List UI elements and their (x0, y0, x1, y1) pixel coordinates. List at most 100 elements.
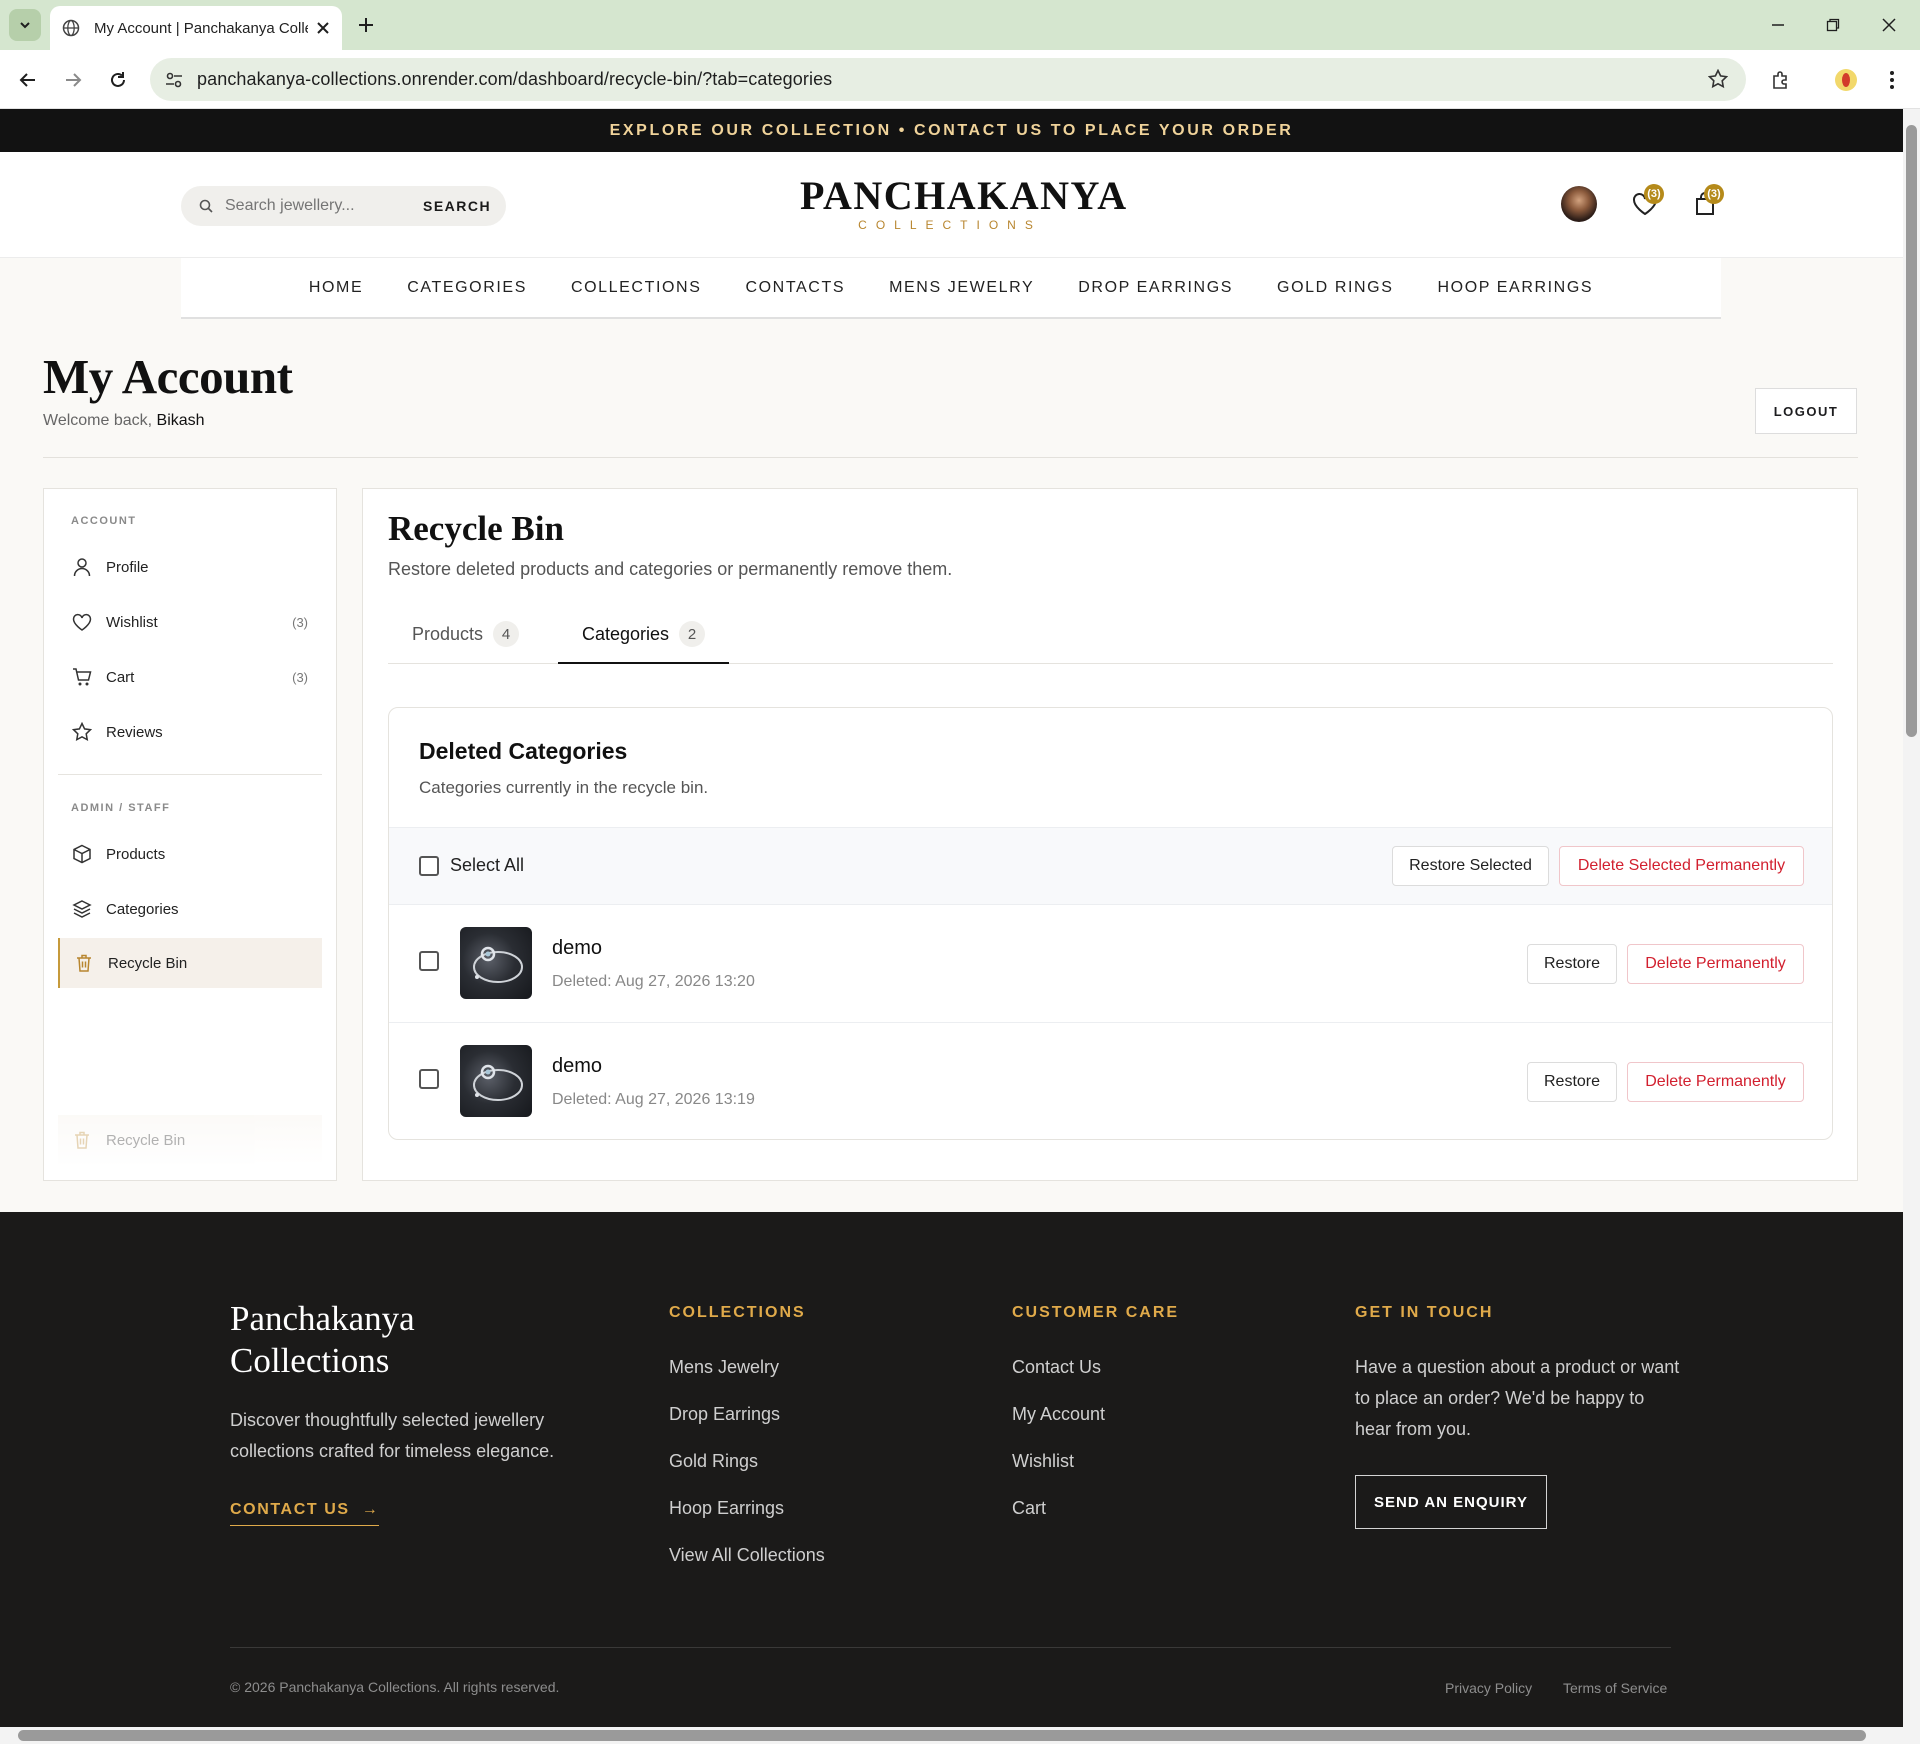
select-all-checkbox[interactable] (419, 856, 439, 876)
back-button[interactable] (14, 66, 42, 94)
logo-sub-text: COLLECTIONS (858, 218, 1042, 232)
star-icon (72, 722, 92, 741)
nav-categories[interactable]: CATEGORIES (385, 279, 549, 297)
more-vertical-icon (1890, 71, 1894, 89)
minimize-button[interactable] (1765, 12, 1791, 38)
site-header: SEARCH PANCHAKANYA COLLECTIONS (3) (3) (0, 152, 1903, 258)
logo-main-text: PANCHAKANYA (800, 173, 1128, 218)
footer-link-gold-rings[interactable]: Gold Rings (669, 1451, 758, 1472)
nav-collections[interactable]: COLLECTIONS (549, 279, 724, 297)
address-bar[interactable]: panchakanya-collections.onrender.com/das… (150, 58, 1746, 101)
footer-link-view-all[interactable]: View All Collections (669, 1545, 825, 1566)
close-icon[interactable] (316, 21, 330, 35)
card-title: Deleted Categories (419, 738, 628, 764)
cart-icon (73, 668, 92, 686)
footer-link-hoop-earrings[interactable]: Hoop Earrings (669, 1498, 784, 1519)
delete-permanently-button[interactable]: Delete Permanently (1627, 1062, 1804, 1102)
delete-selected-button[interactable]: Delete Selected Permanently (1559, 846, 1804, 886)
footer-brand-line2: Collections (230, 1341, 390, 1380)
arrow-right-icon (66, 73, 82, 87)
footer-link-wishlist[interactable]: Wishlist (1012, 1451, 1074, 1472)
tab-search-button[interactable] (9, 9, 41, 41)
footer-heading-customer-care: CUSTOMER CARE (1012, 1304, 1180, 1321)
privacy-policy-link[interactable]: Privacy Policy (1445, 1680, 1532, 1696)
sidebar-item-profile[interactable]: Profile (58, 542, 322, 592)
search-button[interactable]: SEARCH (423, 198, 491, 214)
sidebar-item-label: Cart (106, 668, 135, 686)
close-window-button[interactable] (1876, 12, 1902, 38)
nav-hoop-earrings[interactable]: HOOP EARRINGS (1416, 279, 1616, 297)
footer-heading-collections: COLLECTIONS (669, 1304, 806, 1321)
browser-menu-button[interactable] (1878, 66, 1906, 94)
reload-button[interactable] (104, 66, 132, 94)
sidebar-item-label: Recycle Bin (106, 1131, 186, 1149)
footer-heading-get-in-touch: GET IN TOUCH (1355, 1304, 1494, 1321)
bookmark-star-icon[interactable] (1708, 69, 1728, 89)
footer-link-my-account[interactable]: My Account (1012, 1404, 1105, 1425)
sidebar-item-products[interactable]: Products (58, 829, 322, 879)
restore-selected-button[interactable]: Restore Selected (1392, 846, 1549, 886)
terms-of-service-link[interactable]: Terms of Service (1563, 1680, 1667, 1696)
footer-contact-link[interactable]: CONTACT US → (230, 1501, 380, 1526)
row-checkbox[interactable] (419, 1069, 439, 1089)
sidebar-item-categories[interactable]: Categories (58, 884, 322, 934)
user-avatar[interactable] (1561, 186, 1597, 222)
restore-button[interactable]: Restore (1527, 1062, 1617, 1102)
vertical-scrollbar-thumb[interactable] (1906, 125, 1917, 737)
recycle-tabs: Products 4 Categories 2 (388, 621, 1833, 664)
search-input[interactable] (225, 197, 415, 215)
sidebar-item-recycle-bin[interactable]: Recycle Bin (58, 938, 322, 988)
nav-drop-earrings[interactable]: DROP EARRINGS (1056, 279, 1255, 297)
restore-window-button[interactable] (1820, 12, 1846, 38)
box-icon (73, 844, 91, 864)
horizontal-scrollbar-thumb[interactable] (18, 1730, 1866, 1741)
sidebar-item-label: Reviews (106, 723, 163, 741)
forward-button[interactable] (59, 66, 87, 94)
sidebar-item-cart[interactable]: Cart (3) (58, 652, 322, 702)
chevron-down-icon (20, 22, 30, 29)
send-enquiry-button[interactable]: SEND AN ENQUIRY (1355, 1475, 1547, 1529)
category-name: demo (552, 937, 603, 959)
sidebar-item-recycle-bin-ghost: Recycle Bin (58, 1115, 322, 1165)
delete-permanently-button[interactable]: Delete Permanently (1627, 944, 1804, 984)
tab-count-badge: 4 (493, 621, 520, 647)
copyright-text: © 2026 Panchakanya Collections. All righ… (230, 1679, 560, 1695)
sidebar-item-label: Profile (106, 558, 149, 576)
footer-link-drop-earrings[interactable]: Drop Earrings (669, 1404, 780, 1425)
footer-divider (230, 1647, 1671, 1648)
restore-button[interactable]: Restore (1527, 944, 1617, 984)
deleted-date: Deleted: Aug 27, 2026 13:19 (552, 1091, 755, 1108)
arrow-left-icon (19, 73, 35, 87)
nav-contacts[interactable]: CONTACTS (723, 279, 867, 297)
sidebar-item-reviews[interactable]: Reviews (58, 707, 322, 757)
bracelet-image (473, 1064, 523, 1101)
nav-home[interactable]: HOME (287, 279, 385, 297)
footer-link-mens-jewelry[interactable]: Mens Jewelry (669, 1357, 779, 1378)
sidebar-item-label: Categories (106, 900, 179, 918)
layers-icon (72, 900, 92, 918)
extensions-button[interactable] (1767, 66, 1795, 94)
search-icon (199, 199, 213, 213)
recycle-bin-panel: Recycle Bin Restore deleted products and… (362, 488, 1858, 1181)
user-icon (73, 558, 91, 577)
sidebar-item-wishlist[interactable]: Wishlist (3) (58, 597, 322, 647)
main-nav: HOME CATEGORIES COLLECTIONS CONTACTS MEN… (181, 258, 1721, 319)
logout-button[interactable]: LOGOUT (1755, 388, 1857, 434)
wishlist-count-badge: (3) (1644, 184, 1664, 204)
new-tab-button[interactable] (353, 12, 379, 38)
tab-categories[interactable]: Categories 2 (558, 621, 730, 664)
footer-description: Discover thoughtfully selected jewellery… (230, 1410, 555, 1461)
deleted-categories-card: Deleted Categories Categories currently … (388, 707, 1833, 1140)
row-checkbox[interactable] (419, 951, 439, 971)
site-settings-icon[interactable] (164, 70, 184, 90)
nav-gold-rings[interactable]: GOLD RINGS (1255, 279, 1415, 297)
select-all-label[interactable]: Select All (450, 855, 524, 876)
profile-button[interactable] (1832, 66, 1860, 94)
tab-products[interactable]: Products 4 (388, 621, 543, 664)
restore-window-icon (1826, 18, 1840, 32)
nav-mens-jewelry[interactable]: MENS JEWELRY (867, 279, 1056, 297)
footer-link-contact-us[interactable]: Contact Us (1012, 1357, 1101, 1378)
footer-link-cart[interactable]: Cart (1012, 1498, 1046, 1519)
site-logo[interactable]: PANCHAKANYA COLLECTIONS (800, 173, 1128, 233)
browser-tab[interactable]: My Account | Panchakanya Collections (50, 6, 342, 50)
